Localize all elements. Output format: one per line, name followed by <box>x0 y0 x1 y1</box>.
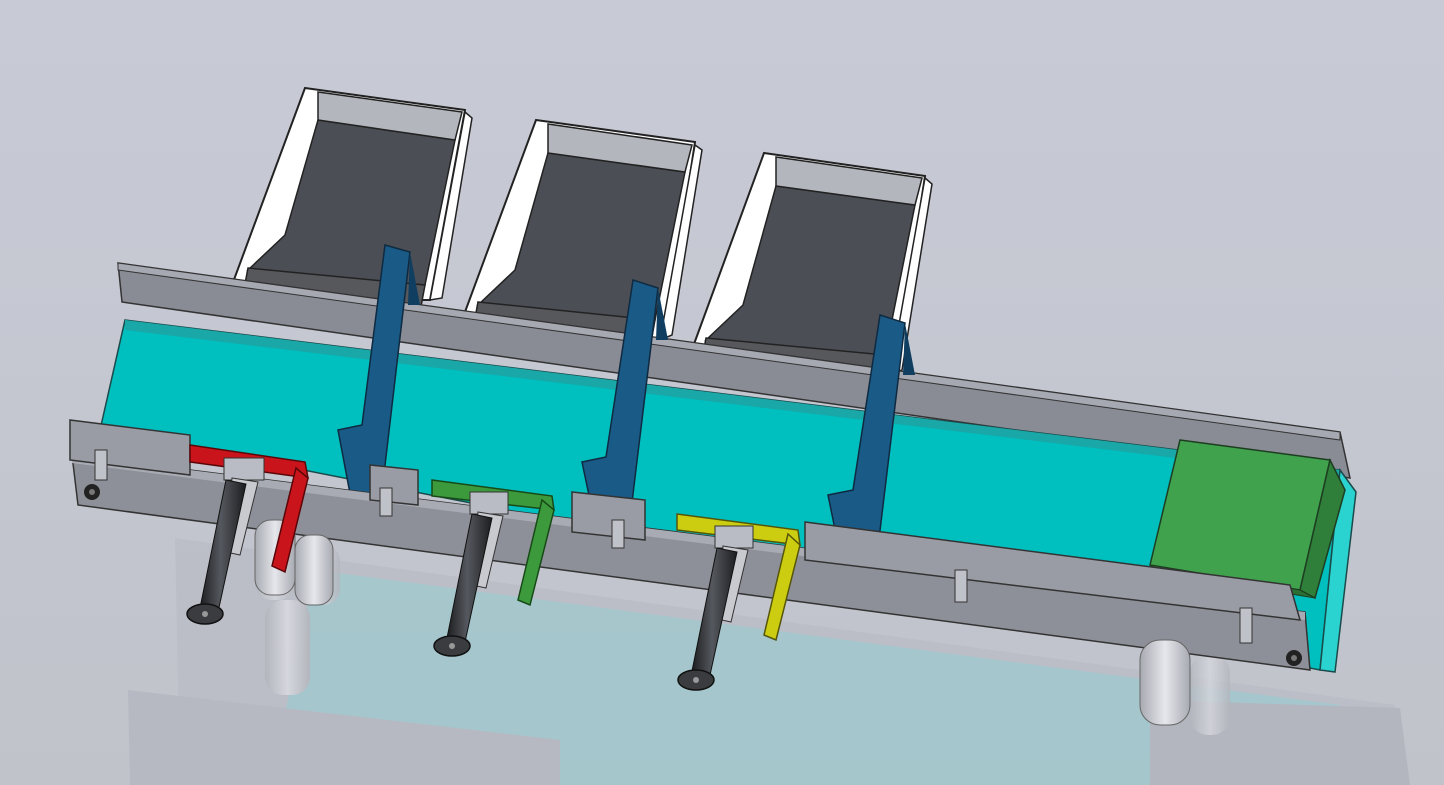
cad-viewport[interactable] <box>0 0 1444 785</box>
conveyor-model-render <box>0 0 1444 785</box>
